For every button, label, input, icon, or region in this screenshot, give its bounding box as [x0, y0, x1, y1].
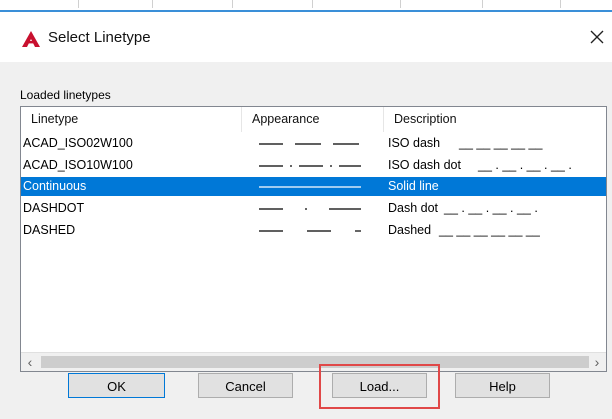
list-item[interactable]: ACAD_ISO10W100 ISO dash dot __ . __ . __… — [21, 156, 606, 175]
chevron-right-icon[interactable]: › — [588, 353, 606, 371]
linetype-description: Solid line — [388, 179, 439, 193]
load-button[interactable]: Load... — [332, 373, 427, 398]
ok-button[interactable]: OK — [68, 373, 165, 398]
list-item[interactable]: ACAD_ISO02W100 ISO dash __ __ __ __ __ — [21, 134, 606, 153]
chevron-left-icon[interactable]: ‹ — [21, 353, 39, 371]
description-pattern: __ __ __ __ __ __ — [439, 223, 540, 237]
column-header-description[interactable]: Description — [383, 107, 606, 132]
column-header-linetype[interactable]: Linetype — [21, 107, 241, 132]
linetype-name: ACAD_ISO02W100 — [23, 136, 133, 150]
window-title: Select Linetype — [48, 29, 151, 46]
background-window-strip — [0, 0, 612, 12]
close-button[interactable] — [582, 26, 612, 50]
list-item[interactable]: DASHED Dashed __ __ __ __ __ __ — [21, 221, 606, 240]
linetype-description: Dashed — [388, 223, 432, 237]
title-bar: Select Linetype — [0, 14, 612, 62]
loaded-linetypes-label: Loaded linetypes — [20, 88, 111, 102]
strip-divider — [232, 0, 233, 8]
appearance-preview — [259, 165, 361, 167]
strip-divider — [312, 0, 313, 8]
autocad-logo-icon — [22, 31, 40, 47]
linetype-description: ISO dash dot — [388, 158, 461, 172]
linetype-name: Continuous — [23, 179, 87, 193]
column-header-appearance[interactable]: Appearance — [241, 107, 383, 132]
description-pattern: __ __ __ __ __ — [459, 136, 543, 150]
list-item[interactable]: DASHDOT Dash dot __ . __ . __ . __ . — [21, 199, 606, 218]
dialog-body: Loaded linetypes Linetype Appearance Des… — [0, 62, 612, 419]
help-button[interactable]: Help — [455, 373, 550, 398]
cancel-button[interactable]: Cancel — [198, 373, 293, 398]
appearance-preview — [259, 143, 359, 145]
linetype-name: DASHDOT — [23, 201, 85, 215]
strip-divider — [152, 0, 153, 8]
list-item[interactable]: Continuous Solid line — [21, 177, 606, 196]
strip-divider — [78, 0, 79, 8]
description-pattern: __ . __ . __ . __ . — [444, 201, 538, 215]
description-pattern: __ . __ . __ . __ . — [478, 158, 572, 172]
linetype-description: Dash dot — [388, 201, 439, 215]
list-header: Linetype Appearance Description — [21, 107, 606, 132]
strip-divider — [482, 0, 483, 8]
scrollbar-thumb[interactable] — [41, 356, 589, 368]
strip-divider — [400, 0, 401, 8]
linetype-description: ISO dash — [388, 136, 441, 150]
appearance-preview — [259, 208, 361, 210]
linetype-list[interactable]: Linetype Appearance Description ACAD_ISO… — [20, 106, 607, 372]
appearance-preview — [259, 186, 361, 188]
linetype-name: DASHED — [23, 223, 76, 237]
horizontal-scrollbar[interactable]: ‹ › — [21, 352, 606, 371]
strip-divider — [560, 0, 561, 8]
linetype-name: ACAD_ISO10W100 — [23, 158, 133, 172]
appearance-preview — [259, 230, 361, 232]
close-icon — [590, 30, 604, 44]
